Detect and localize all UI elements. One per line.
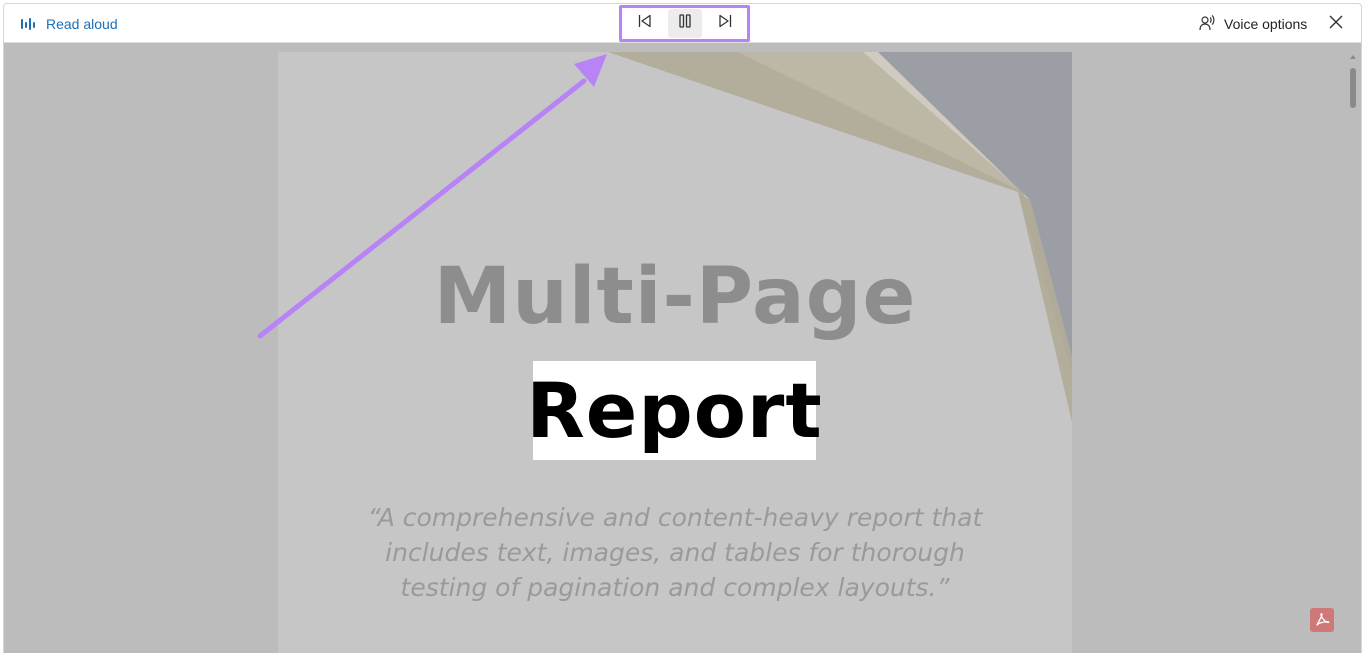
next-icon xyxy=(717,13,733,34)
pdf-icon[interactable] xyxy=(1310,608,1334,632)
next-button[interactable] xyxy=(708,9,742,38)
voice-icon xyxy=(1198,14,1216,35)
document-viewer: Multi-Page Report “A comprehensive and c… xyxy=(4,44,1361,653)
voice-options-button[interactable]: Voice options xyxy=(1198,14,1307,34)
voice-options-label: Voice options xyxy=(1224,16,1308,32)
audio-wave-icon xyxy=(20,17,36,31)
pause-button[interactable] xyxy=(667,9,702,38)
read-aloud-window: Read aloud Voice options Multi-Page Repo… xyxy=(3,3,1362,653)
previous-button[interactable] xyxy=(628,9,662,38)
pause-icon xyxy=(677,13,693,34)
read-aloud-toolbar: Read aloud Voice options xyxy=(4,4,1361,43)
document-quote: “A comprehensive and content-heavy repor… xyxy=(367,503,983,602)
close-button[interactable] xyxy=(1326,14,1346,34)
close-icon xyxy=(1329,15,1343,34)
scroll-up-icon[interactable] xyxy=(1349,52,1357,62)
document-title-line1: Multi-Page xyxy=(433,252,917,342)
read-aloud-highlight: Report xyxy=(526,361,822,460)
vertical-scrollbar[interactable] xyxy=(1349,52,1357,653)
previous-icon xyxy=(637,13,653,34)
document-title-line2: Report xyxy=(526,366,823,455)
document-page: Multi-Page Report “A comprehensive and c… xyxy=(278,52,1072,653)
read-aloud-button[interactable]: Read aloud xyxy=(20,14,118,34)
playback-controls xyxy=(619,5,750,42)
read-aloud-label: Read aloud xyxy=(46,16,118,32)
scrollbar-thumb[interactable] xyxy=(1350,68,1356,108)
